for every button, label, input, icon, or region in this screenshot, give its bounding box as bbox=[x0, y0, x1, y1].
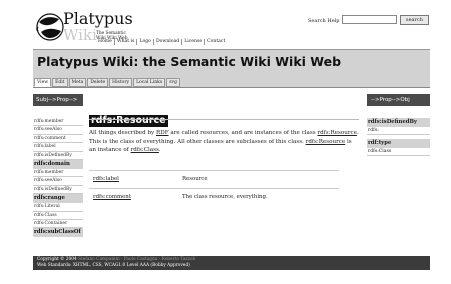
nav-home[interactable]: Home bbox=[96, 39, 115, 45]
rdfs-resource-link[interactable]: rdfs:Resource bbox=[306, 139, 346, 145]
platypus-logo-icon bbox=[36, 13, 64, 41]
resource-description: All things described by RDF are called r… bbox=[89, 130, 359, 154]
right-link[interactable]: rdfs:Class bbox=[367, 148, 430, 156]
nav-download[interactable]: Download bbox=[154, 39, 183, 45]
table-row: rdfs:comment The class resource, everyth… bbox=[89, 189, 339, 207]
tab-row: View Edit Meta Delete History Local Link… bbox=[33, 75, 430, 88]
footer-credits[interactable]: Stefano Campanini · Paolo Castagna · Rob… bbox=[78, 257, 195, 262]
right-section-type: rdf:type bbox=[367, 139, 430, 148]
left-link[interactable]: rdfs:isDefinedBy bbox=[33, 186, 83, 195]
tab-svg[interactable]: svg bbox=[166, 78, 180, 87]
property-key-link[interactable]: rdfs:comment bbox=[93, 194, 131, 200]
left-link[interactable]: rdfs:isDefinedBy bbox=[33, 152, 83, 160]
right-sidebar: -->Prop-->Obj rdfs:isDefinedBy rdfs: rdf… bbox=[367, 94, 430, 156]
search-input[interactable] bbox=[342, 15, 397, 24]
main-content: rdfs:Resource All things described by RD… bbox=[89, 108, 359, 200]
left-link[interactable]: rdfs:member bbox=[33, 118, 83, 127]
nav-license[interactable]: License bbox=[182, 39, 206, 45]
site-name: Platypus bbox=[63, 9, 133, 28]
rdf-link[interactable]: RDF bbox=[156, 130, 169, 136]
nav-what-is[interactable]: What is bbox=[115, 39, 138, 45]
nav-contact[interactable]: Contact bbox=[205, 39, 227, 45]
footer-standards: Web Standards: XHTML, CSS, WCAG1.0 Level… bbox=[37, 262, 190, 268]
title-bar: Platypus Wiki: the Semantic Wiki Wiki We… bbox=[33, 49, 430, 75]
property-value: Resource bbox=[182, 176, 208, 182]
search-label: Search Help bbox=[308, 18, 340, 24]
left-link[interactable]: rdfs:member bbox=[33, 169, 83, 178]
property-table: rdfs:label Resource rdfs:comment The cla… bbox=[89, 170, 339, 207]
right-section-isdefinedby: rdfs:isDefinedBy bbox=[367, 118, 430, 127]
tab-delete[interactable]: Delete bbox=[87, 78, 109, 87]
left-link[interactable]: rdfs:label bbox=[33, 143, 83, 152]
page-title: Platypus Wiki: the Semantic Wiki Wiki We… bbox=[37, 54, 342, 69]
left-section-domain: rdfs:domain bbox=[33, 159, 83, 169]
tab-meta[interactable]: Meta bbox=[68, 78, 87, 87]
title-divider bbox=[89, 119, 359, 120]
rdfs-resource-link[interactable]: rdfs:Resource bbox=[317, 130, 357, 136]
left-link[interactable]: rdfs:seeAlso bbox=[33, 126, 83, 135]
footer: Copyright © 2004 Stefano Campanini · Pao… bbox=[33, 256, 430, 270]
header: Platypus Wiki The Semantic Wiki Wiki Web… bbox=[33, 10, 430, 48]
top-navigation: Home What is Logo Download License Conta… bbox=[96, 39, 227, 45]
left-link[interactable]: rdfs:Container bbox=[33, 220, 83, 229]
tab-history[interactable]: History bbox=[109, 78, 133, 87]
left-link[interactable]: rdfs:Class bbox=[33, 212, 83, 220]
left-link[interactable]: rdfs:seeAlso bbox=[33, 177, 83, 186]
right-sidebar-header: -->Prop-->Obj bbox=[367, 94, 430, 106]
search-button[interactable]: search bbox=[400, 15, 429, 25]
resource-title: rdfs:Resource bbox=[89, 115, 168, 127]
site-name-secondary: Wiki bbox=[63, 26, 97, 44]
nav-logo[interactable]: Logo bbox=[137, 39, 154, 45]
tab-view[interactable]: View bbox=[34, 78, 52, 87]
page-frame: Platypus Wiki The Semantic Wiki Wiki Web… bbox=[33, 10, 430, 270]
tab-edit[interactable]: Edit bbox=[52, 78, 68, 87]
right-link[interactable]: rdfs: bbox=[367, 127, 430, 135]
footer-copyright: Copyright © 2004 bbox=[37, 257, 77, 262]
left-sidebar-header: Subj-->Prop--> bbox=[33, 94, 83, 106]
left-link[interactable]: rdfs:Literal bbox=[33, 203, 83, 212]
tab-local-links[interactable]: Local Links bbox=[133, 78, 166, 87]
left-section-subclassof: rdfs:subClassOf bbox=[33, 228, 83, 238]
left-section-range: rdfs:range bbox=[33, 194, 83, 204]
property-value: The class resource, everything. bbox=[182, 194, 268, 200]
property-key-link[interactable]: rdfs:label bbox=[93, 176, 119, 182]
left-sidebar: Subj-->Prop--> rdfs:member rdfs:seeAlso … bbox=[33, 94, 83, 238]
table-row: rdfs:label Resource bbox=[89, 171, 339, 189]
left-link[interactable]: rdfs:comment bbox=[33, 135, 83, 144]
rdfs-class-link[interactable]: rdfs:Class bbox=[131, 147, 159, 153]
